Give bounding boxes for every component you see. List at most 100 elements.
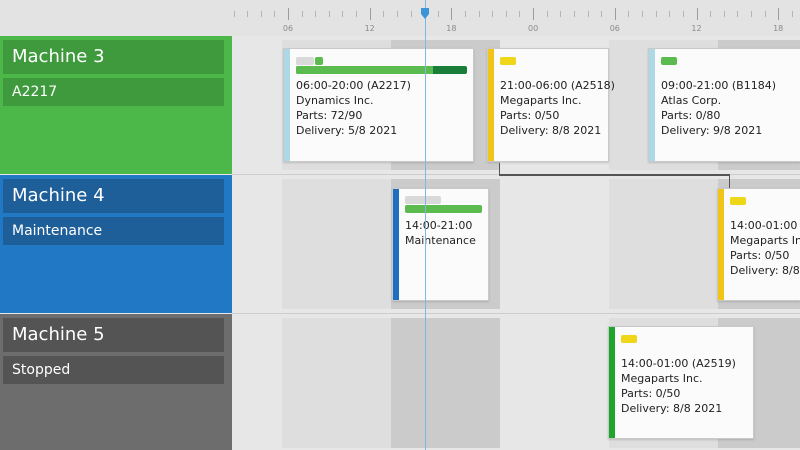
ruler-tick-label: 06 — [609, 24, 620, 33]
ruler-minor-tick — [301, 11, 303, 17]
shift-band — [391, 318, 500, 448]
ruler-minor-tick — [342, 11, 344, 17]
job-card-maintenance[interactable]: 14:00-21:00 Maintenance — [392, 188, 489, 301]
ruler-tick-label: 18 — [773, 24, 784, 33]
lane-machine-5[interactable]: Machine 5 Stopped — [0, 314, 232, 450]
ruler-minor-tick — [750, 11, 752, 17]
ruler-minor-tick — [573, 11, 575, 17]
card-accent — [718, 189, 724, 300]
job-customer: Atlas Corp. — [661, 94, 722, 107]
job-time: 21:00-06:00 (A2518) — [500, 79, 615, 92]
current-time-line — [425, 0, 426, 450]
ruler-minor-tick — [356, 11, 358, 17]
tag-placeholder — [405, 196, 441, 204]
job-details: 14:00-21:00 Maintenance — [405, 218, 476, 248]
job-delivery: Delivery: 9/8 2021 — [661, 124, 763, 137]
job-customer: Dynamics Inc. — [296, 94, 374, 107]
ruler-minor-tick — [723, 11, 725, 17]
ruler-minor-tick — [233, 11, 235, 17]
ruler-tick-label: 06 — [282, 24, 294, 33]
status-tag — [621, 335, 637, 343]
job-parts: Parts: 0/80 — [661, 109, 721, 122]
status-tag — [315, 57, 323, 65]
time-ruler[interactable]: 06 12 18 00 06 12 18 — [0, 0, 800, 36]
current-time-handle-icon[interactable] — [420, 8, 430, 19]
job-delivery: Delivery: 8/8 2021 — [500, 124, 602, 137]
ruler-minor-tick — [669, 11, 671, 17]
ruler-major-tick — [288, 8, 289, 20]
card-accent — [488, 49, 494, 161]
ruler-minor-tick — [642, 11, 644, 17]
job-customer: Megaparts Inc. — [621, 372, 703, 385]
job-card-a2519[interactable]: 14:00-01:00 (A2519) Megaparts Inc. Parts… — [608, 326, 754, 439]
ruler-minor-tick — [791, 11, 793, 17]
job-time: 14:00-21:00 — [405, 219, 473, 232]
progress-bar — [296, 66, 467, 74]
ruler-minor-tick — [437, 11, 439, 17]
lane-machine-3[interactable]: Machine 3 A2217 — [0, 36, 232, 174]
job-parts: Parts: 72/90 — [296, 109, 363, 122]
lane-machine-4[interactable]: Machine 4 Maintenance — [0, 175, 232, 313]
job-time: 14:00-01:00 (A2519) — [621, 357, 736, 370]
job-card-a2217[interactable]: 06:00-20:00 (A2217) Dynamics Inc. Parts:… — [283, 48, 474, 162]
job-details: 09:00-21:00 (B1184) Atlas Corp. Parts: 0… — [661, 78, 776, 138]
ruler-minor-tick — [383, 11, 385, 17]
ruler-minor-tick — [328, 11, 330, 17]
ruler-tick-label: 00 — [528, 24, 539, 33]
job-card-b1184[interactable]: 09:00-21:00 (B1184) Atlas Corp. Parts: 0… — [648, 48, 800, 162]
ruler-minor-tick — [601, 11, 603, 17]
ruler-minor-tick — [260, 11, 262, 17]
job-parts: Parts: 0/50 — [500, 109, 560, 122]
job-customer: Megaparts Inc — [730, 234, 800, 247]
progress-fill — [296, 66, 433, 74]
card-accent — [649, 49, 655, 161]
ruler-minor-tick — [682, 11, 684, 17]
shift-band — [609, 179, 718, 309]
ruler-minor-tick — [587, 11, 589, 17]
ruler-tick-label: 12 — [691, 24, 702, 33]
ruler-major-tick — [533, 8, 535, 20]
ruler-major-tick — [778, 8, 780, 20]
ruler-major-tick — [451, 8, 453, 20]
tag-placeholder — [296, 57, 314, 65]
job-parts: Parts: 0/50 — [621, 387, 681, 400]
shift-band — [282, 318, 391, 448]
ruler-minor-tick — [396, 11, 398, 17]
ruler-minor-tick — [247, 11, 249, 17]
ruler-minor-tick — [505, 11, 507, 17]
job-delivery: Delivery: 8/8 2021 — [621, 402, 723, 415]
ruler-tick-label: 18 — [446, 24, 457, 33]
row-divider — [232, 313, 800, 314]
ruler-tick-label: 12 — [364, 24, 375, 33]
progress-bar — [405, 205, 482, 213]
machine-name: Machine 5 — [3, 318, 224, 352]
job-delivery: Delivery: 5/8 2021 — [296, 124, 398, 137]
job-card-next[interactable]: 14:00-01:00 ( Megaparts Inc Parts: 0/50 … — [717, 188, 800, 301]
machine-status: A2217 — [3, 78, 224, 106]
job-details: 14:00-01:00 ( Megaparts Inc Parts: 0/50 … — [730, 218, 800, 278]
machine-status: Maintenance — [3, 217, 224, 245]
job-time: 06:00-20:00 (A2217) — [296, 79, 411, 92]
ruler-major-tick — [614, 8, 616, 20]
job-delivery: Delivery: 8/8 2 — [730, 264, 800, 277]
ruler-minor-tick — [655, 11, 657, 17]
status-tag — [500, 57, 516, 65]
ruler-ticks: 06 12 18 00 06 12 18 — [232, 0, 800, 36]
ruler-major-tick — [696, 8, 698, 20]
ruler-major-tick — [369, 8, 371, 20]
job-parts: Parts: 0/50 — [730, 249, 790, 262]
card-accent — [284, 49, 290, 161]
ruler-minor-tick — [519, 11, 521, 17]
machine-name: Machine 3 — [3, 40, 224, 74]
status-tag — [730, 197, 746, 205]
shift-band — [282, 179, 391, 309]
job-card-a2518[interactable]: 21:00-06:00 (A2518) Megaparts Inc. Parts… — [487, 48, 615, 162]
ruler-minor-tick — [737, 11, 739, 17]
job-time: 09:00-21:00 (B1184) — [661, 79, 776, 92]
card-accent — [609, 327, 615, 438]
ruler-minor-tick — [478, 11, 480, 17]
ruler-minor-tick — [465, 11, 467, 17]
job-details: 21:00-06:00 (A2518) Megaparts Inc. Parts… — [500, 78, 615, 138]
job-customer: Megaparts Inc. — [500, 94, 582, 107]
ruler-minor-tick — [546, 11, 548, 17]
